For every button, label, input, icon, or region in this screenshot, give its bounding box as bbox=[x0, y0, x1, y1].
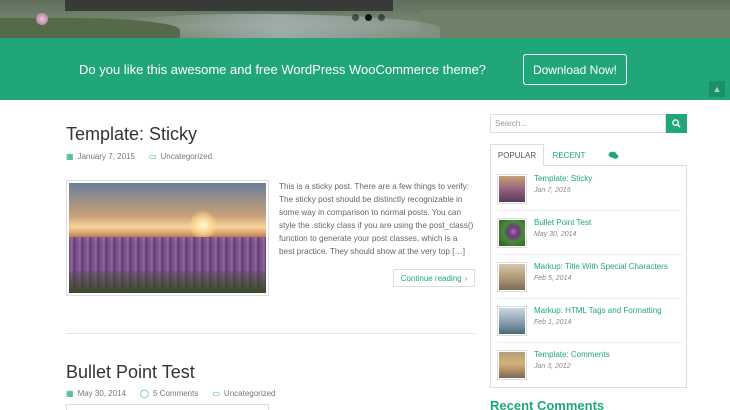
post-category[interactable]: Uncategorized bbox=[224, 389, 276, 398]
slider-dot-3[interactable] bbox=[378, 14, 385, 21]
post-date[interactable]: January 7, 2015 bbox=[78, 152, 135, 161]
popular-date: Feb 5, 2014 bbox=[534, 275, 572, 282]
slider-dots bbox=[352, 14, 385, 21]
popular-thumbnail[interactable] bbox=[497, 174, 527, 204]
post-thumbnail[interactable] bbox=[66, 404, 269, 410]
post-thumbnail[interactable] bbox=[66, 180, 269, 296]
list-item[interactable]: Markup: Title With Special Characters Fe… bbox=[497, 258, 682, 302]
calendar-icon: ▦ bbox=[66, 152, 74, 161]
recent-comments-heading: Recent Comments bbox=[490, 398, 605, 410]
chevron-up-icon: ▲ bbox=[712, 84, 722, 94]
search-icon bbox=[672, 119, 681, 128]
chevron-right-icon: › bbox=[464, 273, 468, 283]
popular-thumbnail[interactable] bbox=[497, 218, 527, 248]
list-item[interactable]: Template: Comments Jan 3, 2012 bbox=[497, 346, 682, 390]
folder-icon: ▭ bbox=[212, 389, 220, 398]
post-category[interactable]: Uncategorized bbox=[161, 152, 213, 161]
lavender-sunset-image bbox=[69, 183, 266, 293]
slide-caption-box bbox=[65, 0, 393, 11]
hero-slider bbox=[0, 0, 730, 38]
list-item[interactable]: Markup: HTML Tags and Formatting Feb 1, … bbox=[497, 302, 682, 346]
post-title[interactable]: Bullet Point Test bbox=[66, 362, 195, 383]
promo-bar: Do you like this awesome and free WordPr… bbox=[0, 38, 730, 100]
continue-reading-button[interactable]: Continue reading › bbox=[393, 269, 475, 287]
popular-title[interactable]: Markup: Title With Special Characters bbox=[534, 262, 668, 271]
popular-title[interactable]: Markup: HTML Tags and Formatting bbox=[534, 306, 662, 315]
search-input[interactable]: Search... bbox=[490, 114, 666, 133]
slider-dot-1[interactable] bbox=[352, 14, 359, 21]
tab-recent[interactable]: RECENT bbox=[544, 144, 594, 166]
list-divider bbox=[497, 210, 682, 211]
post-comments[interactable]: 5 Comments bbox=[153, 389, 198, 398]
promo-text: Do you like this awesome and free WordPr… bbox=[79, 62, 487, 77]
download-now-button[interactable]: Download Now! bbox=[523, 54, 627, 85]
slider-dot-2[interactable] bbox=[365, 14, 372, 21]
popular-date: Jan 7, 2015 bbox=[534, 187, 571, 194]
popular-title[interactable]: Bullet Point Test bbox=[534, 218, 591, 227]
popular-thumbnail[interactable] bbox=[497, 350, 527, 380]
comment-icon: ◯ bbox=[140, 389, 149, 398]
post-meta: ▦ January 7, 2015 ▭ Uncategorized bbox=[66, 152, 212, 161]
comments-icon bbox=[608, 151, 618, 159]
popular-thumbnail[interactable] bbox=[497, 306, 527, 336]
post-title[interactable]: Template: Sticky bbox=[66, 124, 197, 145]
slide-flower bbox=[36, 13, 48, 25]
tab-comments[interactable] bbox=[594, 144, 632, 166]
list-divider bbox=[497, 298, 682, 299]
continue-reading-label: Continue reading bbox=[400, 273, 462, 283]
popular-date: Jan 3, 2012 bbox=[534, 363, 571, 370]
list-divider bbox=[497, 342, 682, 343]
folder-icon: ▭ bbox=[148, 152, 157, 161]
popular-date: Feb 1, 2014 bbox=[534, 319, 572, 326]
post-divider bbox=[66, 333, 475, 334]
search-button[interactable] bbox=[666, 114, 687, 133]
list-divider bbox=[497, 254, 682, 255]
popular-title[interactable]: Template: Comments bbox=[534, 350, 610, 359]
post-excerpt: This is a sticky post. There are a few t… bbox=[279, 182, 474, 256]
popular-thumbnail[interactable] bbox=[497, 262, 527, 292]
sidebar-tabs: POPULAR RECENT bbox=[490, 144, 687, 166]
post-meta: ▦ May 30, 2014 ◯ 5 Comments ▭ Uncategori… bbox=[66, 389, 276, 398]
tab-popular[interactable]: POPULAR bbox=[490, 144, 544, 166]
post-date[interactable]: May 30, 2014 bbox=[78, 389, 126, 398]
popular-date: May 30, 2014 bbox=[534, 231, 577, 238]
slide-hill bbox=[420, 10, 730, 38]
popular-title[interactable]: Template: Sticky bbox=[534, 174, 592, 183]
list-item[interactable]: Template: Sticky Jan 7, 2015 bbox=[497, 170, 682, 214]
calendar-icon: ▦ bbox=[66, 389, 74, 398]
scroll-to-top-button[interactable]: ▲ bbox=[709, 81, 725, 97]
list-item[interactable]: Bullet Point Test May 30, 2014 bbox=[497, 214, 682, 258]
